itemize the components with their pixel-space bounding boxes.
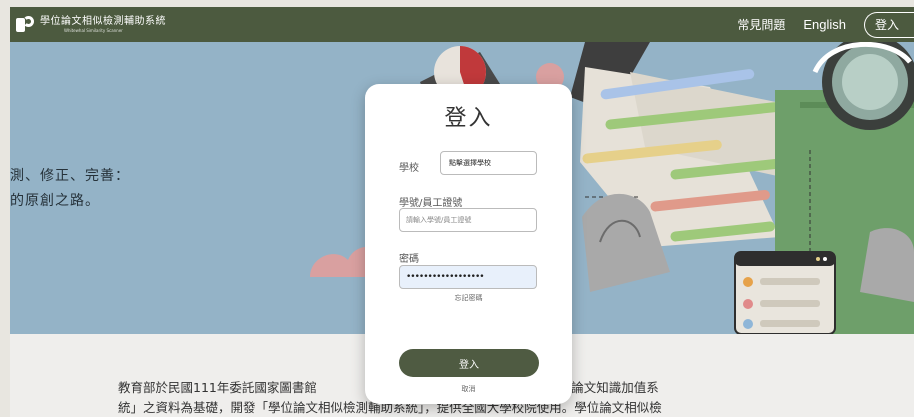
site-logo[interactable]: 學位論文相似檢測輔助系統 Whitewhal Similarity Scanne… [14, 14, 166, 36]
nav-language-link[interactable]: English [803, 17, 846, 32]
hero-text-line2: 的原創之路。 [10, 193, 100, 209]
login-modal: 登入 學校 點擊選擇學校 學號/員工證號 請輸入學號/員工證號 密碼 •••••… [365, 84, 572, 404]
top-navbar: 學位論文相似檢測輔助系統 Whitewhal Similarity Scanne… [10, 7, 914, 42]
password-input[interactable]: •••••••••••••••••• [399, 265, 537, 289]
password-label: 密碼 [399, 254, 419, 265]
cancel-link[interactable]: 取消 [365, 384, 572, 394]
select-school-button[interactable]: 點擊選擇學校 [440, 151, 537, 175]
logo-title: 學位論文相似檢測輔助系統 [40, 15, 166, 27]
top-nav: 常見問題 English 登入 [737, 7, 914, 42]
id-input[interactable]: 請輸入學號/員工證號 [399, 208, 537, 232]
login-submit-button[interactable]: 登入 [399, 349, 539, 377]
nav-faq-link[interactable]: 常見問題 [737, 16, 785, 33]
id-label: 學號/員工證號 [399, 198, 463, 209]
nav-login-button[interactable]: 登入 [864, 11, 914, 38]
logo-subtitle: Whitewhal Similarity Scanner [64, 27, 123, 33]
modal-title: 登入 [444, 106, 493, 131]
forgot-password-link[interactable]: 忘記密碼 [365, 293, 572, 303]
school-label: 學校 [399, 163, 419, 174]
hero-text-line1: 測、修正、完善： [10, 168, 130, 184]
logo-icon [14, 14, 36, 36]
